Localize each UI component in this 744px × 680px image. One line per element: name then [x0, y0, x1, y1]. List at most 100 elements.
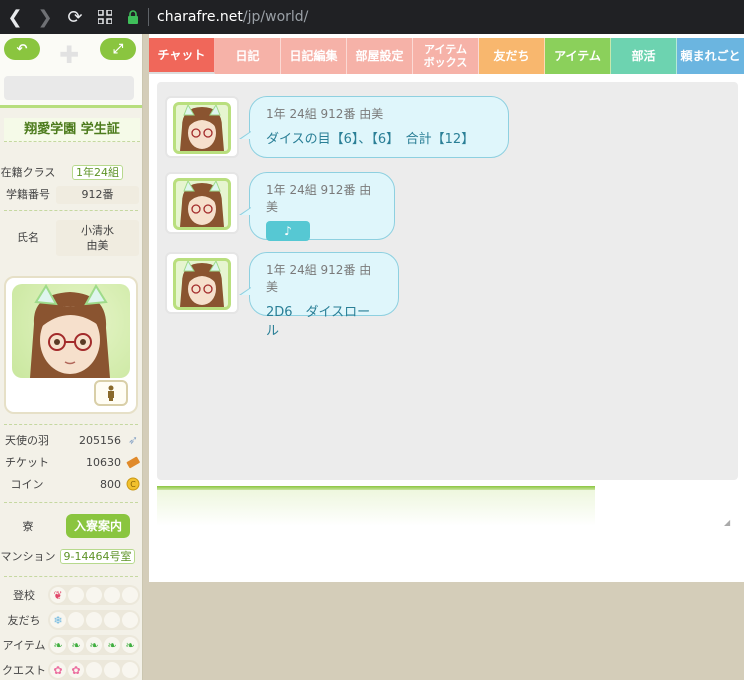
mansion-row: マンション 9-14464号室 [0, 548, 142, 566]
progress-track: ❦ [48, 585, 140, 605]
divider [4, 502, 138, 503]
stat-row-coins: コイン 800 C [0, 474, 142, 494]
stat-value: 205156 [79, 433, 121, 447]
student-no-row: 学籍番号 912番 [0, 186, 142, 204]
message-sender: 1年 24組 912番 由美 [266, 183, 372, 214]
reload-icon[interactable]: ⟳ [60, 0, 90, 34]
progress-label: 登校 [13, 589, 35, 602]
message-sender: 1年 24組 912番 由美 [266, 107, 384, 121]
stat-label: コイン [10, 478, 44, 491]
heart-flower-icon: ❦ [50, 587, 66, 603]
portrait-frame [4, 276, 138, 414]
music-play-button[interactable]: ♪ [266, 221, 310, 241]
chat-bubble: 1年 24組 912番 由美 2D6 ダイスロール [239, 252, 399, 339]
leaf-icon: ❧ [86, 637, 102, 653]
id-card-title: 翔愛学園 学生証 [4, 118, 140, 142]
name-label: 氏名 [17, 231, 39, 244]
chat-bubble: 1年 24組 912番 由美 ダイスの目【6】、【6】 合計【12】 [239, 96, 509, 158]
tab-diary[interactable]: 日記 [215, 38, 281, 74]
tab-item-box[interactable]: アイテムボックス [413, 38, 479, 74]
dpad-icon[interactable]: ✚ [48, 40, 90, 70]
progress-track: ❧ ❧ ❧ ❧ ❧ [48, 635, 140, 655]
sakura-icon: ✿ [50, 662, 66, 678]
expand-icon[interactable]: ⤢ [100, 38, 136, 60]
chat-log[interactable]: 1年 24組 912番 由美 ダイスの目【6】、【6】 合計【12】 1年 24… [157, 82, 738, 527]
class-label: 在籍クラス [0, 166, 56, 179]
url-path: /jp/world/ [242, 9, 309, 25]
progress-label: アイテム [2, 639, 46, 652]
address-bar[interactable]: charafre.net /jp/world/ [126, 4, 744, 30]
profile-button[interactable] [94, 380, 128, 406]
sakura-icon: ✿ [68, 662, 84, 678]
dorm-guide-button[interactable]: 入寮案内 [66, 514, 130, 538]
forward-arrow-icon[interactable]: ❯ [30, 0, 60, 34]
progress-label: 友だち [7, 614, 41, 627]
svg-text:C: C [130, 480, 136, 489]
student-no-label: 学籍番号 [6, 188, 50, 201]
class-row: 在籍クラス 1年24組 [0, 164, 142, 182]
avatar[interactable] [165, 172, 239, 234]
back-arrow-icon[interactable]: ❮ [0, 0, 30, 34]
lock-icon [126, 9, 140, 25]
progress-row-attendance: 登校 ❦ [0, 584, 142, 606]
leaf-icon: ❧ [50, 637, 66, 653]
progress-row-items: アイテム ❧ ❧ ❧ ❧ ❧ [0, 634, 142, 656]
tab-diary-edit[interactable]: 日記編集 [281, 38, 347, 74]
browser-toolbar: ❮ ❯ ⟳ charafre.net /jp/world/ [0, 0, 744, 34]
progress-track: ❄ [48, 610, 140, 630]
tab-item-box-label: アイテムボックス [423, 43, 468, 69]
message-text: 2D6 ダイスロール [266, 305, 371, 339]
url-host: charafre.net [157, 9, 243, 25]
chat-message: 1年 24組 912番 由美 ♪ [165, 172, 395, 241]
progress-track: ✿ ✿ [48, 660, 140, 680]
leaf-icon: ❧ [122, 637, 138, 653]
ticket-icon [125, 454, 141, 470]
coin-icon: C [125, 476, 141, 492]
stat-label: チケット [5, 456, 49, 469]
name-row: 氏名 小清水 由美 [0, 220, 142, 256]
tab-room-settings[interactable]: 部屋設定 [347, 38, 413, 74]
location-box[interactable] [4, 76, 134, 100]
progress-row-friends: 友だち ❄ [0, 609, 142, 631]
stat-row-tickets: チケット 10630 [0, 452, 142, 472]
chat-input-area[interactable] [157, 490, 595, 526]
tab-items[interactable]: アイテム [545, 38, 611, 74]
tab-friends[interactable]: 友だち [479, 38, 545, 74]
apps-grid-icon[interactable] [90, 0, 120, 34]
resize-grip-icon[interactable]: ◢ [724, 518, 732, 527]
progress-row-quests: クエスト ✿ ✿ [0, 659, 142, 680]
tab-bar: チャット 日記 日記編集 部屋設定 アイテムボックス 友だち アイテム 部活 頼… [149, 38, 744, 74]
url-separator [148, 8, 149, 26]
student-no-value: 912番 [56, 186, 139, 204]
stat-row-feathers: 天使の羽 205156 ➶ [0, 430, 142, 450]
feather-icon: ➶ [127, 433, 139, 447]
avatar[interactable] [165, 252, 239, 314]
leaf-icon: ❧ [68, 637, 84, 653]
return-arrow-icon[interactable]: ↶ [4, 38, 40, 60]
character-portrait[interactable] [12, 284, 130, 378]
tab-requests[interactable]: 頼まれごと [677, 38, 744, 74]
person-icon [108, 385, 114, 401]
name-line2: 由美 [86, 239, 109, 252]
stat-value: 10630 [86, 455, 121, 469]
message-text: ダイスの目【6】、【6】 合計【12】 [266, 132, 475, 147]
progress-label: クエスト [2, 664, 46, 677]
avatar[interactable] [165, 96, 239, 158]
dorm-block: 寮 入寮案内 マンション 9-14464号室 [0, 508, 142, 572]
divider [4, 424, 138, 425]
main-panel: チャット 日記 日記編集 部屋設定 アイテムボックス 友だち アイテム 部活 頼… [149, 34, 744, 582]
chat-bubble: 1年 24組 912番 由美 ♪ [239, 172, 395, 241]
tab-club[interactable]: 部活 [611, 38, 677, 74]
stat-label: 天使の羽 [5, 434, 49, 447]
name-line1: 小清水 [81, 224, 114, 237]
tab-chat[interactable]: チャット [149, 38, 215, 74]
chat-message: 1年 24組 912番 由美 2D6 ダイスロール [165, 252, 399, 339]
dorm-label: 寮 [22, 520, 34, 533]
mansion-label: マンション [0, 550, 56, 563]
leaf-icon: ❧ [104, 637, 120, 653]
divider [4, 210, 138, 211]
message-sender: 1年 24組 912番 由美 [266, 263, 372, 294]
map-panel: ↶ ✚ ⤢ [0, 34, 142, 108]
snowflake-icon: ❄ [50, 612, 66, 628]
chat-message: 1年 24組 912番 由美 ダイスの目【6】、【6】 合計【12】 [165, 96, 509, 158]
